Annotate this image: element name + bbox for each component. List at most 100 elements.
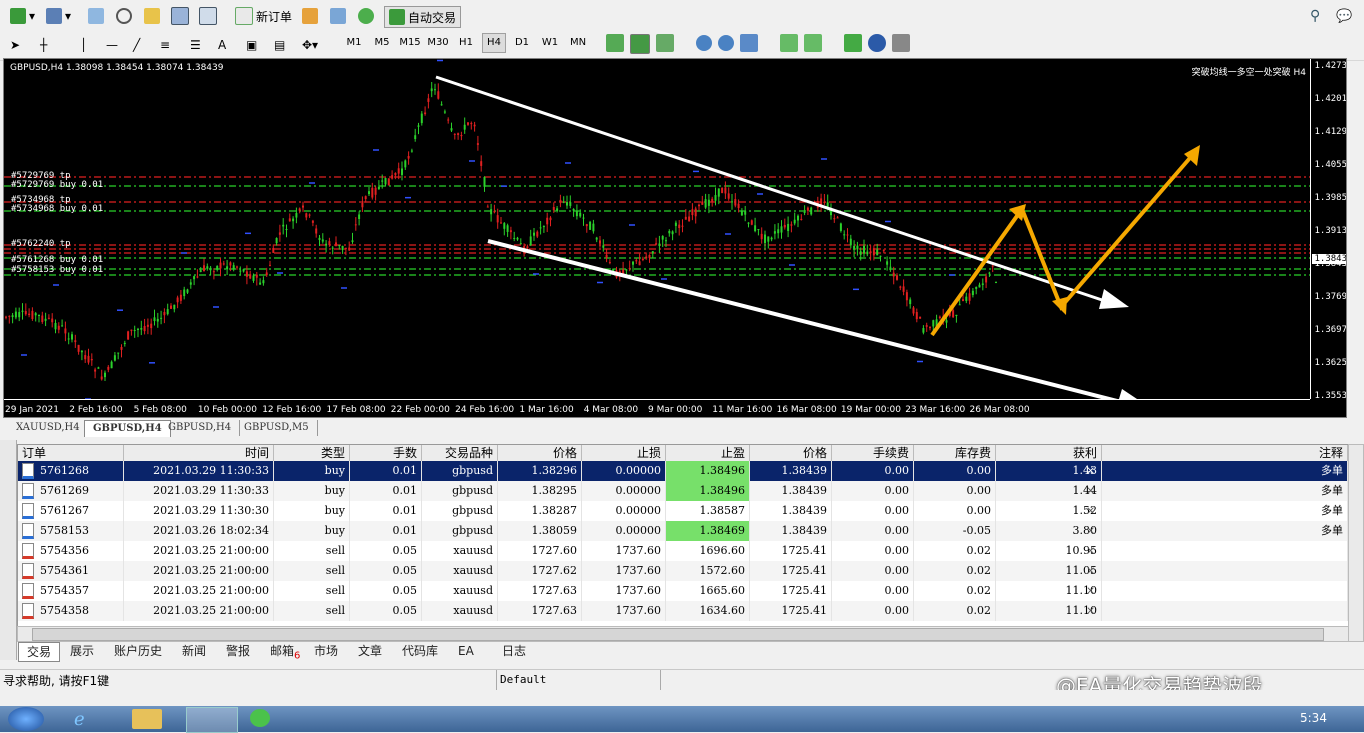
timeframe-w1[interactable]: W1 [538, 33, 562, 53]
terminal-tab[interactable]: 邮箱6 [262, 642, 308, 661]
wechat-taskbar-button[interactable] [250, 709, 280, 729]
auto-scroll-icon[interactable] [780, 34, 798, 52]
templates-icon[interactable] [892, 34, 910, 52]
new-chart-button[interactable]: ▾ [10, 6, 35, 26]
timeframe-h4[interactable]: H4 [482, 33, 506, 53]
terminal-tab[interactable]: 账户历史 [106, 642, 170, 660]
new-order-button[interactable]: 新订单 [235, 6, 292, 26]
market-watch-button[interactable] [88, 6, 104, 26]
community-button[interactable] [330, 6, 346, 26]
cursor-tool[interactable]: ➤ [10, 35, 20, 55]
table-row[interactable]: 5758153 2021.03.26 18:02:34 buy 0.01 gbpusd 1… [18, 521, 1348, 541]
chart-tab[interactable]: XAUUSD,H4 [8, 420, 89, 436]
explorer-taskbar-button[interactable] [132, 709, 162, 729]
close-order-icon[interactable]: × [1086, 461, 1100, 481]
terminal-tab[interactable]: 警报 [218, 642, 258, 660]
table-row[interactable]: 5754357 2021.03.25 21:00:00 sell 0.05 xauusd… [18, 581, 1348, 601]
tile-windows-icon[interactable] [740, 34, 758, 52]
column-header[interactable]: 类型 [274, 445, 350, 461]
column-header[interactable]: 注释 [1102, 445, 1348, 461]
terminal-tab[interactable]: 日志 [494, 642, 534, 660]
timeframe-m5[interactable]: M5 [370, 33, 394, 53]
timeframe-m1[interactable]: M1 [342, 33, 366, 53]
horizontal-scrollbar[interactable] [17, 626, 1349, 642]
zoom-out-icon[interactable] [718, 35, 734, 51]
column-header[interactable]: 止盈 [666, 445, 750, 461]
terminal-button[interactable] [171, 6, 189, 26]
close-order-icon[interactable]: × [1086, 501, 1100, 521]
favorites-button[interactable] [144, 6, 160, 26]
table-row[interactable]: 5754361 2021.03.25 21:00:00 sell 0.05 xauusd… [18, 561, 1348, 581]
crosshair-tool[interactable]: ┼ [40, 35, 47, 55]
terminal-tab[interactable]: EA [450, 642, 482, 660]
horizontal-line-tool[interactable]: — [106, 35, 118, 55]
timeframe-mn[interactable]: MN [566, 33, 590, 53]
periods-icon[interactable] [868, 34, 886, 52]
table-row[interactable]: 5761269 2021.03.29 11:30:33 buy 0.01 gbpusd 1… [18, 481, 1348, 501]
signals-button[interactable] [358, 6, 374, 26]
text-tool[interactable]: A [218, 35, 226, 55]
column-header[interactable]: 时间 [124, 445, 274, 461]
close-order-icon[interactable]: × [1086, 481, 1100, 501]
chart-tab[interactable]: GBPUSD,M5 [236, 420, 318, 436]
vertical-scrollbar[interactable] [1348, 444, 1364, 642]
trendline-tool[interactable]: ╱ [133, 35, 140, 55]
timeframe-m15[interactable]: M15 [398, 33, 422, 53]
timeframe-m30[interactable]: M30 [426, 33, 450, 53]
search-button[interactable]: ⚲ [1310, 6, 1320, 26]
mt4-taskbar-button[interactable] [186, 707, 238, 733]
line-chart-icon[interactable] [656, 34, 674, 52]
column-header[interactable]: 手续费 [832, 445, 914, 461]
meta-editor-button[interactable] [302, 6, 318, 26]
terminal-tab[interactable]: 交易 [18, 642, 61, 662]
column-header[interactable]: 库存费 [914, 445, 996, 461]
scrollbar-thumb[interactable] [32, 628, 1324, 641]
close-order-icon[interactable]: × [1086, 561, 1100, 581]
column-header[interactable]: 获利 [996, 445, 1102, 461]
table-row[interactable]: 5761267 2021.03.29 11:30:30 buy 0.01 gbpusd 1… [18, 501, 1348, 521]
chart-shift-icon[interactable] [804, 34, 822, 52]
auto-trading-button[interactable]: 自动交易 [384, 6, 462, 28]
tester-button[interactable] [199, 6, 217, 26]
start-button[interactable] [8, 707, 44, 731]
chat-button[interactable]: 💬 [1336, 6, 1352, 26]
timeframe-d1[interactable]: D1 [510, 33, 534, 53]
terminal-tab[interactable]: 新闻 [174, 642, 214, 660]
close-order-icon[interactable]: × [1086, 541, 1100, 561]
indicators-icon[interactable] [844, 34, 862, 52]
channel-tool[interactable]: ≡ [160, 35, 170, 55]
navigator-button[interactable] [116, 6, 132, 26]
close-order-icon[interactable]: × [1086, 601, 1100, 621]
zoom-in-icon[interactable] [696, 35, 712, 51]
terminal-tab[interactable]: 文章 [350, 642, 390, 660]
vertical-line-tool[interactable]: │ [80, 35, 87, 55]
column-header[interactable]: 止损 [582, 445, 666, 461]
table-row[interactable]: 5761268 2021.03.29 11:30:33 buy 0.01 gbpusd 1… [18, 461, 1348, 481]
column-header[interactable]: 价格 [750, 445, 832, 461]
terminal-side-handle[interactable] [0, 440, 17, 660]
column-header[interactable]: 价格 [498, 445, 582, 461]
fan-tool[interactable]: ▤ [274, 35, 285, 55]
terminal-tab[interactable]: 代码库 [394, 642, 446, 660]
terminal-tab[interactable]: 展示 [62, 642, 102, 660]
profiles-button[interactable]: ▾ [46, 6, 71, 26]
column-header[interactable]: 手数 [350, 445, 422, 461]
price-chart[interactable]: GBPUSD,H4 1.38098 1.38454 1.38074 1.3843… [3, 58, 1347, 418]
candle-chart-icon[interactable] [630, 34, 650, 54]
close-order-icon[interactable]: × [1086, 521, 1100, 541]
bar-chart-icon[interactable] [606, 34, 624, 52]
ie-taskbar-button[interactable]: ℯ [74, 709, 104, 730]
terminal-tab[interactable]: 市场 [306, 642, 346, 660]
close-order-icon[interactable]: × [1086, 581, 1100, 601]
cell-type: buy [274, 481, 350, 501]
chart-tab[interactable]: GBPUSD,H4 [84, 420, 171, 437]
column-header[interactable]: 订单 [18, 445, 124, 461]
column-header[interactable]: 交易品种 [422, 445, 498, 461]
fibonacci-tool[interactable]: ☰ [190, 35, 201, 55]
timeframe-h1[interactable]: H1 [454, 33, 478, 53]
chart-tab[interactable]: GBPUSD,H4 [160, 420, 241, 436]
label-tool[interactable]: ▣ [246, 35, 257, 55]
table-row[interactable]: 5754358 2021.03.25 21:00:00 sell 0.05 xauusd… [18, 601, 1348, 621]
shapes-menu[interactable]: ✥▾ [302, 35, 318, 55]
table-row[interactable]: 5754356 2021.03.25 21:00:00 sell 0.05 xauusd… [18, 541, 1348, 561]
